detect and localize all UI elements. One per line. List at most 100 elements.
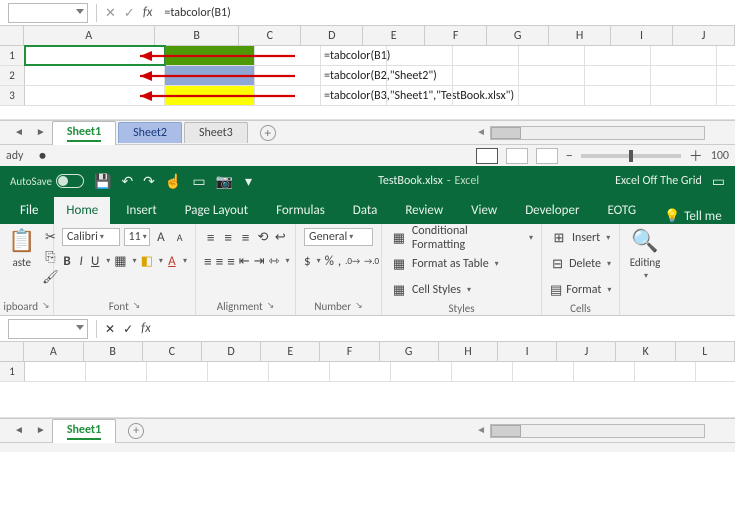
hscroll-thumb[interactable]: [491, 127, 521, 139]
tab-sheet1[interactable]: Sheet1: [52, 121, 116, 145]
tab-review[interactable]: Review: [393, 197, 455, 224]
font-color-button[interactable]: A: [167, 252, 177, 270]
camera-icon[interactable]: 📷: [216, 173, 233, 190]
touch-mode-icon[interactable]: ☝: [165, 173, 182, 190]
zoom-value[interactable]: 100: [711, 149, 729, 163]
cell-E1[interactable]: [387, 46, 453, 65]
save-icon[interactable]: 💾: [94, 173, 111, 190]
percent-format-icon[interactable]: %: [325, 252, 334, 270]
enter-icon[interactable]: ✓: [124, 5, 135, 21]
cell-styles-button[interactable]: ▦Cell Styles▾: [390, 280, 533, 300]
col-header-H[interactable]: H: [439, 342, 498, 361]
col-header-G[interactable]: G: [380, 342, 439, 361]
tab-insert[interactable]: Insert: [114, 197, 169, 224]
new-sheet-button[interactable]: +: [128, 423, 144, 439]
insert-cells-button[interactable]: ⊞Insert▾: [550, 228, 611, 248]
cell-A1[interactable]: [25, 46, 165, 65]
launcher-icon[interactable]: ↘: [267, 300, 275, 313]
formula-bar-text[interactable]: =tabcolor(B1): [160, 6, 230, 20]
tab-home[interactable]: Home: [54, 197, 110, 224]
col-header-G[interactable]: G: [487, 26, 549, 45]
name-box[interactable]: [8, 319, 88, 339]
fx-icon[interactable]: fx: [143, 5, 153, 20]
paste-button[interactable]: 📋 aste: [8, 228, 35, 298]
tell-me-search[interactable]: 💡 Tell me: [664, 208, 722, 224]
col-header-B[interactable]: B: [84, 342, 143, 361]
tab-nav-next-icon[interactable]: ►: [30, 127, 52, 138]
select-all-corner[interactable]: [0, 342, 24, 361]
name-box[interactable]: [8, 3, 88, 23]
tab-file[interactable]: File: [8, 197, 50, 224]
decrease-decimal-icon[interactable]: →.0: [364, 252, 379, 270]
fx-icon[interactable]: fx: [141, 321, 151, 336]
col-header-C[interactable]: C: [239, 26, 301, 45]
cell-D1[interactable]: =tabcolor(B1): [321, 46, 387, 65]
col-header-K[interactable]: K: [616, 342, 675, 361]
undo-icon[interactable]: ↶: [121, 173, 133, 190]
launcher-icon[interactable]: ↘: [355, 300, 363, 313]
hscroll-left-icon[interactable]: ◄: [476, 425, 486, 436]
macro-record-icon[interactable]: ⏺: [33, 147, 51, 165]
zoom-in-button[interactable]: ＋: [689, 146, 703, 166]
underline-button[interactable]: U: [90, 252, 100, 270]
cell-C3[interactable]: [255, 86, 321, 105]
increase-indent-icon[interactable]: ⇥: [254, 252, 265, 270]
col-header-E[interactable]: E: [261, 342, 320, 361]
format-cells-button[interactable]: ▤Format▾: [550, 280, 611, 300]
col-header-B[interactable]: B: [155, 26, 239, 45]
col-header-F[interactable]: F: [425, 26, 487, 45]
view-pagelayout-button[interactable]: [506, 148, 528, 164]
cell-I1[interactable]: [651, 46, 717, 65]
increase-decimal-icon[interactable]: .0→: [345, 252, 360, 270]
tab-sheet3[interactable]: Sheet3: [184, 122, 248, 143]
col-header-F[interactable]: F: [320, 342, 379, 361]
col-header-D[interactable]: D: [301, 26, 363, 45]
view-pagebreak-button[interactable]: [536, 148, 558, 164]
row-header-1[interactable]: 1: [0, 46, 25, 65]
align-bottom-icon[interactable]: ≡: [239, 228, 252, 246]
hscroll-left-icon[interactable]: ◄: [476, 127, 486, 138]
cell-B3[interactable]: [165, 86, 255, 105]
align-middle-icon[interactable]: ≡: [221, 228, 234, 246]
tab-developer[interactable]: Developer: [513, 197, 591, 224]
italic-button[interactable]: I: [76, 252, 86, 270]
cancel-icon[interactable]: ✕: [105, 5, 116, 21]
border-button[interactable]: ▦: [114, 252, 126, 270]
bold-button[interactable]: B: [62, 252, 72, 270]
col-header-D[interactable]: D: [202, 342, 261, 361]
launcher-icon[interactable]: ↘: [133, 300, 141, 313]
align-left-icon[interactable]: ≡: [204, 252, 212, 270]
tab-sheet1[interactable]: Sheet1: [52, 419, 116, 443]
account-name[interactable]: Excel Off The Grid: [615, 174, 702, 188]
qat-more-icon[interactable]: ▾: [245, 173, 252, 190]
delete-cells-button[interactable]: ⊟Delete▾: [550, 254, 611, 274]
cell-C1[interactable]: [255, 46, 321, 65]
conditional-formatting-button[interactable]: ▦Conditional Formatting▾: [390, 228, 533, 248]
row-header-3[interactable]: 3: [0, 86, 25, 105]
col-header-A[interactable]: A: [24, 26, 155, 45]
wrap-text-icon[interactable]: ↩: [274, 228, 287, 246]
col-header-J[interactable]: J: [673, 26, 735, 45]
align-center-icon[interactable]: ≡: [216, 252, 224, 270]
cell-F1[interactable]: [453, 46, 519, 65]
col-header-J[interactable]: J: [557, 342, 616, 361]
worksheet-grid[interactable]: A B C D E F G H I J 1 =tabcolor(B1) 2: [0, 26, 735, 120]
find-select-button[interactable]: 🔍 Editing ▾: [628, 228, 662, 311]
tab-view[interactable]: View: [459, 197, 509, 224]
redo-icon[interactable]: ↷: [143, 173, 155, 190]
cell-D3[interactable]: =tabcolor(B3,"Sheet1","TestBook.xlsx"): [321, 86, 387, 105]
col-header-C[interactable]: C: [143, 342, 202, 361]
cell-D2[interactable]: =tabcolor(B2,"Sheet2"): [321, 66, 387, 85]
increase-font-icon[interactable]: A: [154, 228, 169, 246]
cell-G1[interactable]: [519, 46, 585, 65]
window-icon[interactable]: ▭: [192, 173, 205, 190]
accounting-format-icon[interactable]: $: [304, 252, 311, 270]
ribbon-display-icon[interactable]: ▭: [712, 173, 725, 190]
font-name-combo[interactable]: Calibri▾: [62, 228, 120, 246]
tab-page-layout[interactable]: Page Layout: [173, 197, 260, 224]
col-header-E[interactable]: E: [363, 26, 425, 45]
new-sheet-button[interactable]: +: [260, 125, 276, 141]
cell-H1[interactable]: [585, 46, 651, 65]
col-header-H[interactable]: H: [549, 26, 611, 45]
launcher-icon[interactable]: ↘: [42, 300, 50, 313]
